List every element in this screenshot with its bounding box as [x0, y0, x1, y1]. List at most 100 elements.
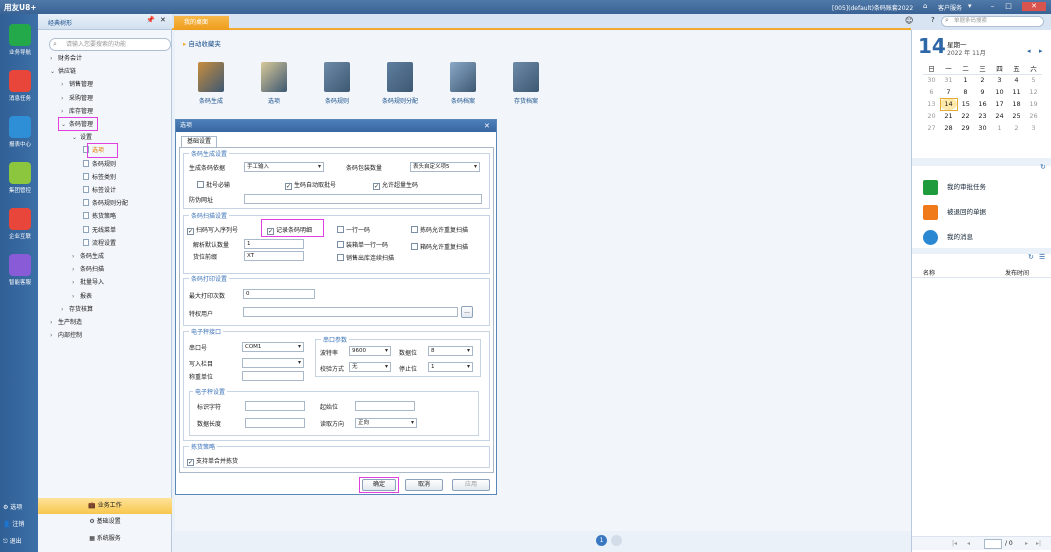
- calendar-day-cell[interactable]: 11: [1008, 86, 1025, 98]
- box-allow-rescan-checkbox[interactable]: 箱码允许重复扫描: [411, 242, 468, 251]
- baud-select[interactable]: 9600: [349, 346, 391, 356]
- calendar-day-cell[interactable]: 7: [940, 86, 957, 98]
- next-page-icon[interactable]: ▸: [1025, 540, 1028, 547]
- calendar-day-cell[interactable]: 30: [923, 74, 940, 86]
- weight-unit-input[interactable]: [242, 371, 304, 381]
- desktop-shortcut[interactable]: 存货档案: [496, 62, 556, 105]
- nav-button-0[interactable]: 业务导航: [4, 24, 36, 66]
- stop-bits-select[interactable]: 1: [428, 362, 473, 372]
- close-icon[interactable]: ✕: [160, 16, 166, 24]
- last-page-icon[interactable]: ▸|: [1036, 540, 1041, 547]
- footer-business-work[interactable]: 💼 业务工作: [38, 498, 172, 514]
- chevron-right-icon[interactable]: ›: [72, 277, 80, 289]
- box-one-line-checkbox[interactable]: 装箱单一行一码: [337, 240, 388, 249]
- next-month-icon[interactable]: ▸: [1039, 47, 1043, 55]
- calendar-day-cell[interactable]: 2: [974, 74, 991, 86]
- port-select[interactable]: COM1: [242, 342, 304, 352]
- calendar-day-cell[interactable]: 8: [957, 86, 974, 98]
- minimize-icon[interactable]: –: [988, 2, 997, 11]
- apply-button[interactable]: 应用: [452, 479, 490, 491]
- footer-system-service[interactable]: ▦ 系统服务: [38, 531, 172, 547]
- ok-button[interactable]: 确定: [362, 479, 396, 491]
- page-indicator[interactable]: 1: [596, 535, 607, 546]
- calendar-day-cell[interactable]: 18: [1008, 98, 1025, 110]
- calendar-day-cell[interactable]: 3: [991, 74, 1008, 86]
- tree-item[interactable]: 条码规则分配: [38, 198, 128, 210]
- write-column-select[interactable]: [242, 358, 304, 368]
- desktop-shortcut[interactable]: 选项: [244, 62, 304, 105]
- refresh-icon[interactable]: ↻: [1040, 163, 1046, 171]
- chevron-right-icon[interactable]: ›: [72, 291, 80, 303]
- chevron-right-icon[interactable]: ›: [72, 264, 80, 276]
- tree-item[interactable]: › 内部控制: [38, 330, 82, 342]
- calendar-day-cell[interactable]: 13: [923, 98, 940, 110]
- calendar-day-cell[interactable]: 23: [974, 110, 991, 122]
- scan-serial-checkbox[interactable]: ✓ 扫码写入序列号: [187, 225, 238, 235]
- calendar-day-cell[interactable]: 27: [923, 122, 940, 134]
- tree-item[interactable]: › 库存管理: [38, 106, 93, 118]
- tree-item[interactable]: ⌄ 设置: [38, 132, 92, 144]
- tree-item[interactable]: › 条码生成: [38, 251, 104, 263]
- help-icon[interactable]: ?: [931, 16, 935, 24]
- nav-button-2[interactable]: 报表中心: [4, 116, 36, 158]
- options-nav-button[interactable]: ⚙ 选项: [3, 502, 39, 514]
- desktop-shortcut[interactable]: 条码规则分配: [370, 62, 430, 105]
- auto-batch-checkbox[interactable]: ✓ 生码自动取批号: [285, 180, 336, 190]
- maximize-icon[interactable]: □: [1004, 2, 1013, 11]
- logout-nav-button[interactable]: 👤 注销: [3, 519, 39, 531]
- desktop-shortcut[interactable]: 条码生成: [181, 62, 241, 105]
- calendar-day-cell[interactable]: 14: [939, 97, 958, 111]
- record-detail-checkbox[interactable]: ✓ 记录条码明细: [267, 225, 312, 235]
- calendar-day-cell[interactable]: 26: [1025, 110, 1042, 122]
- sales-continuous-checkbox[interactable]: 销售出库连续扫描: [337, 253, 394, 262]
- smiley-icon[interactable]: ☺: [905, 16, 913, 25]
- page-indicator-next[interactable]: [611, 535, 622, 546]
- calendar-day-cell[interactable]: 1: [957, 74, 974, 86]
- exit-nav-button[interactable]: ⎋ 退出: [3, 536, 39, 548]
- calendar-day-cell[interactable]: 29: [957, 122, 974, 134]
- chevron-right-icon[interactable]: ›: [61, 106, 69, 118]
- calendar-day-cell[interactable]: 22: [957, 110, 974, 122]
- tab-basic-settings[interactable]: 基础设置: [181, 136, 217, 147]
- first-page-icon[interactable]: |◂: [952, 540, 957, 547]
- calendar-day-cell[interactable]: 25: [1008, 110, 1025, 122]
- parity-select[interactable]: 无: [349, 362, 391, 372]
- chevron-down-icon[interactable]: ▾: [968, 2, 972, 10]
- prev-page-icon[interactable]: ◂: [967, 540, 970, 547]
- allow-rescan-checkbox[interactable]: 拣码允许重复扫描: [411, 225, 468, 234]
- desktop-shortcut[interactable]: 条码档案: [433, 62, 493, 105]
- tree-item[interactable]: › 批量导入: [38, 277, 104, 289]
- chevron-right-icon[interactable]: ›: [50, 53, 58, 65]
- service-menu[interactable]: 客户服务: [938, 3, 962, 12]
- chevron-right-icon[interactable]: ›: [50, 317, 58, 329]
- tree-item[interactable]: › 条码扫描: [38, 264, 104, 276]
- browse-button[interactable]: ...: [461, 306, 473, 318]
- footer-basic-settings[interactable]: ⚙ 基础设置: [38, 514, 172, 530]
- desktop-shortcut[interactable]: 条码规则: [307, 62, 367, 105]
- anti-fake-input[interactable]: [244, 194, 482, 204]
- calendar-day-cell[interactable]: 21: [940, 110, 957, 122]
- allow-over-checkbox[interactable]: ✓ 允许超量生码: [373, 180, 418, 190]
- close-icon[interactable]: ✕: [484, 120, 490, 132]
- tree-item[interactable]: 拣货策略: [38, 211, 116, 223]
- calendar-day-cell[interactable]: 9: [974, 86, 991, 98]
- priv-user-input[interactable]: [243, 307, 458, 317]
- calendar-day-cell[interactable]: 5: [1025, 74, 1042, 86]
- calendar-day-cell[interactable]: 31: [940, 74, 957, 86]
- nav-button-1[interactable]: 消息任务: [4, 70, 36, 112]
- read-direction-select[interactable]: 正向: [355, 418, 417, 428]
- tree-item[interactable]: › 报表: [38, 291, 92, 303]
- calendar-day-cell[interactable]: 4: [1008, 74, 1025, 86]
- tab-my-desktop[interactable]: 我的桌面: [174, 16, 229, 30]
- max-print-times-input[interactable]: 0: [243, 289, 315, 299]
- calendar-day-cell[interactable]: 17: [991, 98, 1008, 110]
- tree-item[interactable]: 标签类别: [38, 172, 116, 184]
- start-pos-input[interactable]: [355, 401, 415, 411]
- chevron-down-icon[interactable]: ⌄: [50, 66, 58, 78]
- calendar-day-cell[interactable]: 12: [1025, 86, 1042, 98]
- tree-item[interactable]: › 财务会计: [38, 53, 82, 65]
- tree-item[interactable]: › 存货核算: [38, 304, 93, 316]
- nav-button-5[interactable]: 智能客服: [4, 254, 36, 296]
- calendar-day-cell[interactable]: 20: [923, 110, 940, 122]
- one-item-checkbox[interactable]: 一行一码: [337, 225, 370, 234]
